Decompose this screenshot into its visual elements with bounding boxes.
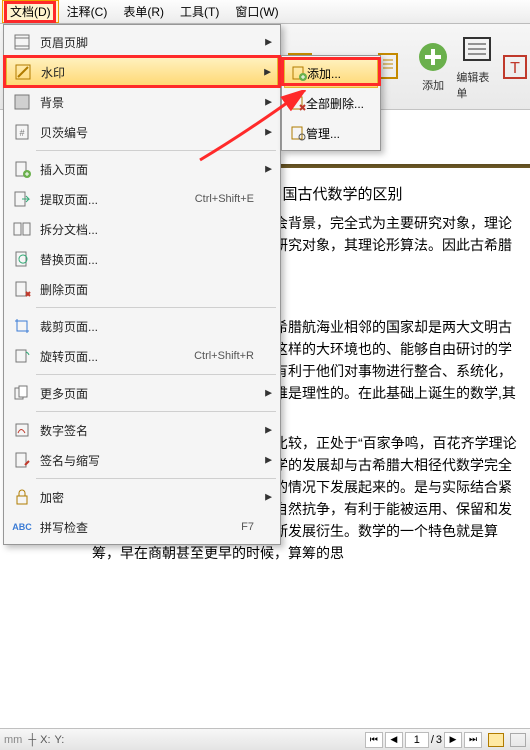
header-footer-icon	[12, 32, 32, 52]
coords: ┼ X: Y:	[28, 734, 64, 746]
toolbar-add-label: 添加	[422, 77, 444, 93]
separator	[36, 411, 276, 412]
more-icon	[12, 383, 32, 403]
textbox-icon: T	[498, 50, 530, 84]
document-menu: 页眉页脚▶ 水印▶ 背景▶ #贝茨编号▶ 插入页面▶ 提取页面...Ctrl+S…	[3, 24, 281, 545]
menubar: 文档(D) 注释(C) 表单(R) 工具(T) 窗口(W)	[0, 0, 530, 24]
insert-page-icon	[12, 159, 32, 179]
bates-icon: #	[12, 122, 32, 142]
toolbar-edit-form-label: 编辑表单	[456, 69, 497, 101]
add-icon	[291, 65, 307, 81]
last-page-button[interactable]: ⏭	[464, 732, 482, 748]
delete-icon	[12, 279, 32, 299]
menu-background[interactable]: 背景▶	[6, 87, 278, 117]
menu-rotate[interactable]: 旋转页面...Ctrl+Shift+R	[6, 341, 278, 371]
menu-split[interactable]: 拆分文档...	[6, 214, 278, 244]
separator	[36, 478, 276, 479]
page-input[interactable]	[405, 732, 429, 748]
extract-icon	[12, 189, 32, 209]
submenu-add[interactable]: 添加...	[284, 58, 378, 88]
menu-delete[interactable]: 删除页面	[6, 274, 278, 304]
plus-circle-icon	[416, 40, 450, 74]
menu-window[interactable]: 窗口(W)	[227, 0, 286, 23]
menu-encrypt[interactable]: 加密▶	[6, 482, 278, 512]
menu-more-pages[interactable]: 更多页面▶	[6, 378, 278, 408]
menu-document[interactable]: 文档(D)	[2, 0, 59, 23]
next-page-button[interactable]: ▶	[444, 732, 462, 748]
page-total: 3	[436, 734, 442, 746]
chevron-right-icon: ▶	[265, 425, 272, 436]
submenu-manage[interactable]: 管理...	[284, 118, 378, 148]
view-mode-icon[interactable]	[510, 733, 526, 747]
chevron-right-icon: ▶	[265, 388, 272, 399]
delete-all-icon	[290, 95, 306, 111]
rotate-icon	[12, 346, 32, 366]
menu-header-footer[interactable]: 页眉页脚▶	[6, 27, 278, 57]
spell-icon: ABC	[12, 517, 32, 537]
prev-page-button[interactable]: ◀	[385, 732, 403, 748]
watermark-icon	[13, 62, 33, 82]
chevron-right-icon: ▶	[265, 97, 272, 108]
svg-text:T: T	[510, 60, 520, 77]
lock-icon	[12, 487, 32, 507]
toolbar-textbox[interactable]: T	[500, 32, 530, 102]
initials-icon	[12, 450, 32, 470]
manage-icon	[290, 125, 306, 141]
separator	[36, 374, 276, 375]
toolbar-add[interactable]: 添加	[413, 32, 454, 102]
view-mode-icon[interactable]	[488, 733, 504, 747]
menu-tools[interactable]: 工具(T)	[172, 0, 227, 23]
menu-comment[interactable]: 注释(C)	[59, 0, 116, 23]
page-controls: ⏮ ◀ / 3 ▶ ⏭	[365, 732, 482, 748]
statusbar: mm ┼ X: Y: ⏮ ◀ / 3 ▶ ⏭	[0, 728, 530, 750]
toolbar-edit-form[interactable]: 编辑表单	[456, 32, 497, 102]
chevron-right-icon: ▶	[265, 127, 272, 138]
menu-form[interactable]: 表单(R)	[115, 0, 172, 23]
chevron-right-icon: ▶	[265, 455, 272, 466]
chevron-right-icon: ▶	[265, 164, 272, 175]
separator	[36, 150, 276, 151]
form-icon	[460, 32, 494, 66]
first-page-button[interactable]: ⏮	[365, 732, 383, 748]
submenu-delete-all[interactable]: 全部删除...	[284, 88, 378, 118]
menu-watermark[interactable]: 水印▶	[6, 57, 278, 87]
menu-bates[interactable]: #贝茨编号▶	[6, 117, 278, 147]
menu-initials[interactable]: 签名与缩写▶	[6, 445, 278, 475]
chevron-right-icon: ▶	[265, 37, 272, 48]
watermark-submenu: 添加... 全部删除... 管理...	[281, 55, 381, 151]
crop-icon	[12, 316, 32, 336]
background-icon	[12, 92, 32, 112]
menu-insert-page[interactable]: 插入页面▶	[6, 154, 278, 184]
menu-crop[interactable]: 裁剪页面...	[6, 311, 278, 341]
split-icon	[12, 219, 32, 239]
chevron-right-icon: ▶	[265, 492, 272, 503]
chevron-right-icon: ▶	[264, 67, 271, 78]
menu-sign[interactable]: 数字签名▶	[6, 415, 278, 445]
menu-spell[interactable]: ABC拼写检查F7	[6, 512, 278, 542]
menu-replace[interactable]: 替换页面...	[6, 244, 278, 274]
svg-text:#: #	[19, 128, 24, 138]
replace-icon	[12, 249, 32, 269]
sign-icon	[12, 420, 32, 440]
menu-extract-page[interactable]: 提取页面...Ctrl+Shift+E	[6, 184, 278, 214]
separator	[36, 307, 276, 308]
